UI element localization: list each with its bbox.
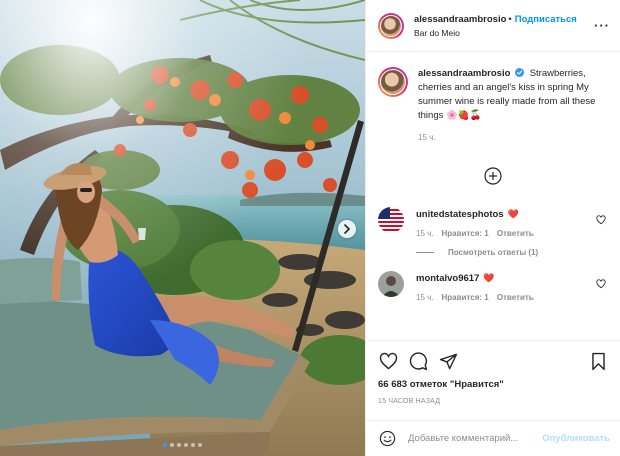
- save-button[interactable]: [588, 351, 608, 371]
- paper-plane-icon: [439, 353, 457, 369]
- comment-button[interactable]: [408, 351, 428, 371]
- carousel-dot: [198, 443, 202, 447]
- plus-circle-icon: [484, 167, 502, 185]
- comment-likes-count[interactable]: Нравится: 1: [442, 293, 489, 302]
- emoji-picker-button[interactable]: [378, 430, 396, 448]
- like-comment-button[interactable]: [594, 271, 608, 302]
- more-horizontal-icon: ···: [594, 18, 610, 33]
- post-photo[interactable]: [0, 0, 365, 456]
- instagram-post: alessandraambrosio • Подписаться Bar do …: [0, 0, 620, 456]
- post-caption: alessandraambrosio Strawberries, cherrie…: [378, 67, 608, 145]
- chevron-right-icon: [344, 224, 351, 234]
- comment-timestamp[interactable]: 15 ч.: [416, 293, 434, 302]
- comment-item: montalvo9617 ❤️ 15 ч. Нравится: 1 Ответи…: [378, 271, 608, 302]
- reply-button[interactable]: Ответить: [497, 293, 534, 302]
- carousel-dot: [177, 443, 181, 447]
- comment-input[interactable]: [408, 433, 543, 444]
- heart-outline-icon: [379, 352, 397, 369]
- commenter-username[interactable]: montalvo9617: [416, 273, 479, 284]
- carousel-dot: [191, 443, 195, 447]
- carousel-next-button[interactable]: [338, 220, 356, 238]
- heart-outline-icon: [596, 279, 606, 289]
- post-side-panel: alessandraambrosio • Подписаться Bar do …: [365, 0, 620, 456]
- view-replies-label: Посмотреть ответы (1): [448, 248, 539, 257]
- comment-text: ❤️: [483, 273, 495, 283]
- post-actions: 66 683 отметок "Нравится" 15 ЧАСОВ НАЗАД: [366, 340, 620, 405]
- author-username[interactable]: alessandraambrosio: [414, 14, 506, 25]
- verified-badge-icon: [515, 68, 525, 77]
- bookmark-icon: [591, 352, 605, 370]
- author-avatar[interactable]: [378, 12, 404, 39]
- carousel-dot: [184, 443, 188, 447]
- replies-divider: [416, 252, 434, 253]
- carousel-dot: [163, 443, 167, 447]
- likes-count[interactable]: 66 683 отметок "Нравится": [378, 379, 608, 390]
- commenter-avatar[interactable]: [378, 271, 404, 297]
- publish-comment-button[interactable]: Опубликовать: [542, 433, 610, 444]
- comment-likes-count[interactable]: Нравится: 1: [442, 229, 489, 238]
- load-more-comments-button[interactable]: [378, 167, 608, 185]
- view-replies-button[interactable]: Посмотреть ответы (1): [416, 248, 608, 257]
- location-link[interactable]: Bar do Meio: [414, 28, 594, 38]
- commenter-username[interactable]: unitedstatesphotos: [416, 209, 504, 220]
- comments-section: alessandraambrosio Strawberries, cherrie…: [366, 53, 620, 340]
- reply-button[interactable]: Ответить: [497, 229, 534, 238]
- comment-text: ❤️: [507, 209, 519, 219]
- comment-item: unitedstatesphotos ❤️ 15 ч. Нравится: 1 …: [378, 207, 608, 238]
- commenter-avatar[interactable]: [378, 207, 404, 233]
- heart-outline-icon: [596, 215, 606, 225]
- follow-separator: •: [508, 13, 512, 25]
- share-button[interactable]: [438, 351, 458, 371]
- follow-button[interactable]: Подписаться: [515, 14, 577, 25]
- photo-scene: [0, 0, 365, 456]
- comment-bubble-icon: [409, 351, 427, 370]
- caption-username[interactable]: alessandraambrosio: [418, 68, 510, 79]
- comment-timestamp[interactable]: 15 ч.: [416, 229, 434, 238]
- carousel-indicator: [0, 443, 365, 447]
- post-header: alessandraambrosio • Подписаться Bar do …: [366, 0, 620, 52]
- caption-timestamp: 15 ч.: [418, 133, 436, 142]
- more-options-button[interactable]: ···: [594, 18, 610, 33]
- post-timestamp[interactable]: 15 ЧАСОВ НАЗАД: [378, 398, 608, 405]
- caption-author-avatar[interactable]: [378, 67, 408, 97]
- like-button[interactable]: [378, 351, 398, 371]
- add-comment-bar: Опубликовать: [366, 420, 620, 456]
- carousel-dot: [170, 443, 174, 447]
- smiley-icon: [379, 430, 395, 447]
- like-comment-button[interactable]: [594, 207, 608, 238]
